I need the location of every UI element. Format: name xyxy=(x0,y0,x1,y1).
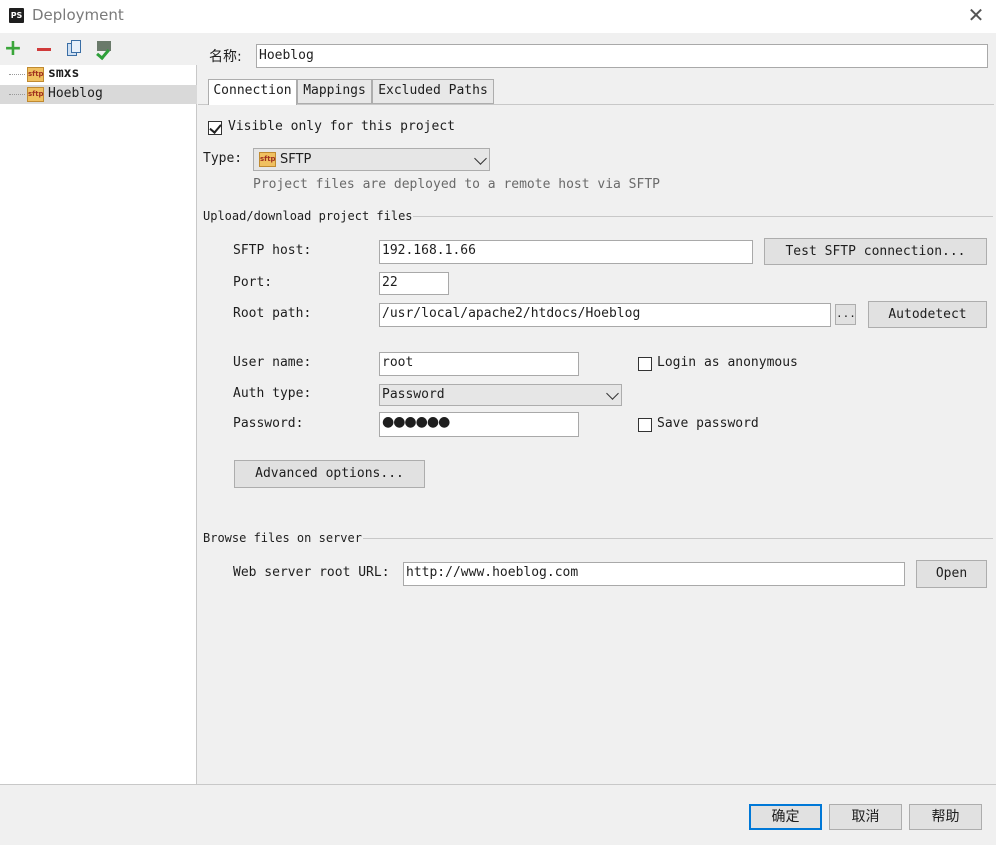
title-bar: PS Deployment ✕ xyxy=(0,0,996,33)
server-name: smxs xyxy=(48,66,80,81)
anonymous-label: Login as anonymous xyxy=(657,355,798,370)
host-input[interactable]: 192.168.1.66 xyxy=(379,240,753,264)
sftp-icon: sftp xyxy=(259,152,276,167)
tree-connector xyxy=(9,74,25,75)
browse-button[interactable]: ... xyxy=(835,304,856,325)
browse-section-title: Browse files on server xyxy=(203,531,362,545)
server-item-hoeblog[interactable]: sftp Hoeblog xyxy=(0,85,197,104)
test-connection-button[interactable]: Test SFTP connection... xyxy=(764,238,987,265)
auth-type-label: Auth type: xyxy=(233,386,312,401)
sftp-icon: sftp xyxy=(27,87,44,102)
chevron-down-icon xyxy=(606,387,619,400)
server-item-smxs[interactable]: sftp smxs xyxy=(0,65,197,84)
tree-connector xyxy=(9,94,25,95)
phpstorm-icon: PS xyxy=(9,8,24,23)
help-button[interactable]: 帮助 xyxy=(909,804,982,830)
port-label: Port: xyxy=(233,275,273,290)
upload-section-title: Upload/download project files xyxy=(203,209,413,223)
footer-divider xyxy=(0,784,996,785)
port-input[interactable]: 22 xyxy=(379,272,449,295)
host-label: SFTP host: xyxy=(233,243,312,258)
section-divider xyxy=(363,538,993,539)
type-label: Type: xyxy=(203,151,243,166)
username-input[interactable]: root xyxy=(379,352,579,376)
close-icon[interactable]: ✕ xyxy=(966,5,986,26)
auth-type-value: Password xyxy=(382,387,445,402)
type-hint: Project files are deployed to a remote h… xyxy=(253,177,660,192)
root-path-label: Root path: xyxy=(233,306,312,321)
add-icon[interactable]: + xyxy=(3,38,23,60)
visible-only-label: Visible only for this project xyxy=(228,119,455,134)
username-label: User name: xyxy=(233,355,312,370)
cancel-button[interactable]: 取消 xyxy=(829,804,902,830)
auth-type-select[interactable]: Password xyxy=(379,384,622,406)
tab-connection[interactable]: Connection xyxy=(208,79,297,105)
tab-strip-border xyxy=(198,104,994,105)
section-divider xyxy=(413,216,993,217)
autodetect-button[interactable]: Autodetect xyxy=(868,301,987,328)
name-input[interactable]: Hoeblog xyxy=(256,44,988,68)
visible-only-checkbox[interactable] xyxy=(208,121,222,135)
sftp-icon: sftp xyxy=(27,67,44,82)
web-url-label: Web server root URL: xyxy=(233,565,390,580)
name-label: 名称: xyxy=(209,49,242,65)
set-default-icon[interactable] xyxy=(94,39,114,61)
save-password-label: Save password xyxy=(657,416,759,431)
save-password-checkbox[interactable] xyxy=(638,418,652,432)
tab-mappings[interactable]: Mappings xyxy=(297,79,372,104)
server-list-panel: + sftp smxs sftp Hoeblog xyxy=(0,33,197,785)
ok-button[interactable]: 确定 xyxy=(749,804,822,830)
root-path-input[interactable]: /usr/local/apache2/htdocs/Hoeblog xyxy=(379,303,831,327)
server-toolbar: + xyxy=(0,33,197,65)
type-select[interactable]: sftp SFTP xyxy=(253,148,490,171)
server-name: Hoeblog xyxy=(48,86,103,101)
tab-excluded-paths[interactable]: Excluded Paths xyxy=(372,79,494,104)
anonymous-checkbox[interactable] xyxy=(638,357,652,371)
copy-icon[interactable] xyxy=(64,39,84,59)
remove-icon[interactable] xyxy=(34,39,54,59)
password-label: Password: xyxy=(233,416,304,431)
type-value: SFTP xyxy=(280,152,312,167)
web-url-input[interactable]: http://www.hoeblog.com xyxy=(403,562,905,586)
chevron-down-icon xyxy=(474,152,487,165)
window-title: Deployment xyxy=(32,6,124,24)
advanced-options-button[interactable]: Advanced options... xyxy=(234,460,425,488)
open-button[interactable]: Open xyxy=(916,560,987,588)
password-input[interactable]: ●●●●●● xyxy=(379,412,579,437)
